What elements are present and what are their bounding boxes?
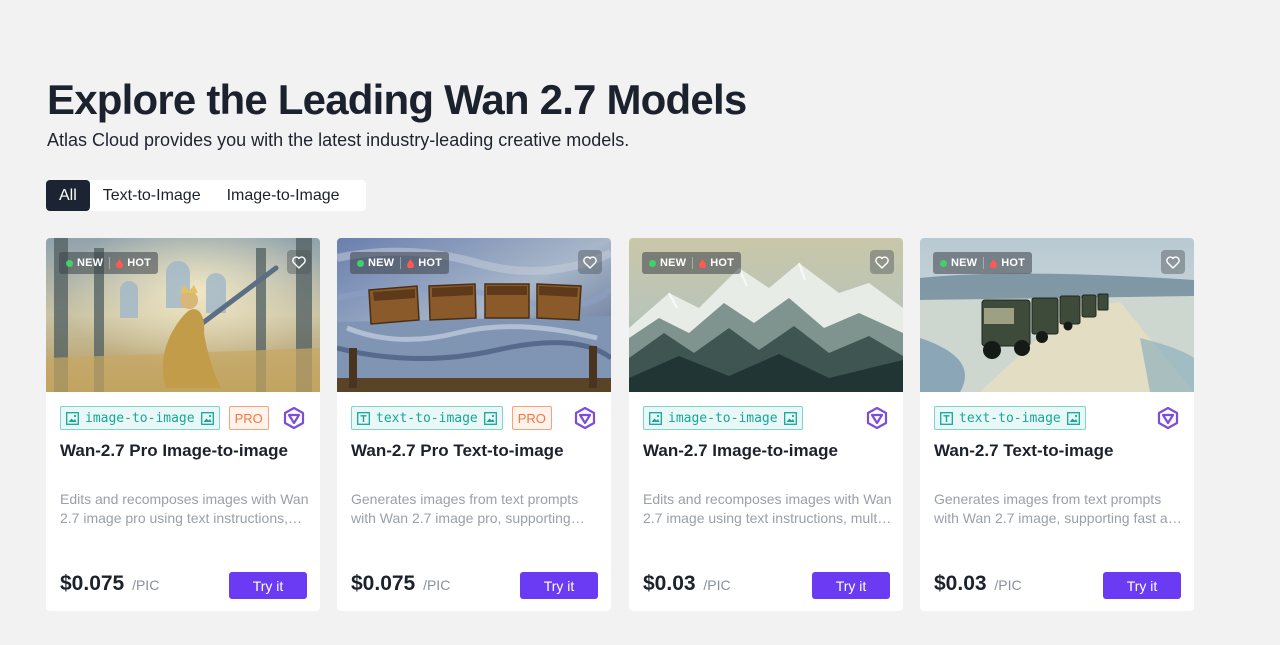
category-tag: image-to-image xyxy=(60,406,220,430)
tab-all[interactable]: All xyxy=(46,180,90,211)
category-tag: image-to-image xyxy=(643,406,803,430)
try-it-button[interactable]: Try it xyxy=(229,572,307,599)
model-price: $0.03 /PIC xyxy=(934,572,1022,595)
image-icon xyxy=(200,411,214,425)
model-title: Wan-2.7 Image-to-image xyxy=(643,441,838,460)
favorite-button[interactable] xyxy=(287,250,311,274)
try-it-button[interactable]: Try it xyxy=(520,572,598,599)
text-icon xyxy=(357,411,370,425)
filter-tabs: All Text-to-Image Image-to-Image xyxy=(46,180,366,211)
heart-icon xyxy=(1166,255,1180,269)
model-card[interactable]: NEW HOT text-to-image Wan-2.7 Text-to-im… xyxy=(920,238,1194,611)
model-thumbnail: NEW HOT xyxy=(920,238,1194,392)
price-unit: /PIC xyxy=(132,577,160,593)
tag-row: text-to-image PRO xyxy=(351,406,552,430)
badge-group: NEW HOT xyxy=(350,252,450,274)
badge-group: NEW HOT xyxy=(59,252,159,274)
try-it-button[interactable]: Try it xyxy=(1103,572,1181,599)
model-price: $0.03 /PIC xyxy=(643,572,731,595)
green-dot-icon xyxy=(940,259,947,267)
tag-row: image-to-image PRO xyxy=(60,406,269,430)
pro-badge: PRO xyxy=(511,406,552,430)
pro-badge: PRO xyxy=(228,406,269,430)
provider-logo-icon xyxy=(866,407,888,429)
model-price: $0.075 /PIC xyxy=(351,572,451,595)
flame-icon xyxy=(699,258,707,268)
provider-logo-icon xyxy=(1157,407,1179,429)
favorite-button[interactable] xyxy=(870,250,894,274)
price-unit: /PIC xyxy=(423,577,451,593)
heart-icon xyxy=(875,255,889,269)
hot-badge: HOT xyxy=(692,257,734,269)
hot-badge: HOT xyxy=(400,257,442,269)
favorite-button[interactable] xyxy=(1161,250,1185,274)
model-price: $0.075 /PIC xyxy=(60,572,160,595)
category-tag: text-to-image xyxy=(934,406,1086,430)
model-thumbnail: NEW HOT xyxy=(337,238,611,392)
image-icon xyxy=(66,411,79,425)
heart-icon xyxy=(583,255,597,269)
image-icon xyxy=(1066,411,1080,425)
tab-text-to-image[interactable]: Text-to-Image xyxy=(90,180,214,211)
model-title: Wan-2.7 Pro Text-to-image xyxy=(351,441,564,460)
try-it-button[interactable]: Try it xyxy=(812,572,890,599)
tag-row: image-to-image xyxy=(643,406,803,430)
model-description: Generates images from text prompts with … xyxy=(351,491,579,526)
new-badge: NEW xyxy=(66,257,103,269)
category-tag: text-to-image xyxy=(351,406,503,430)
new-badge: NEW xyxy=(357,257,394,269)
new-badge: NEW xyxy=(940,257,977,269)
text-icon xyxy=(940,411,953,425)
flame-icon xyxy=(116,258,124,268)
hot-badge: HOT xyxy=(983,257,1025,269)
model-card[interactable]: NEW HOT text-to-image PRO Wan-2.7 Pro Te… xyxy=(337,238,611,611)
model-card[interactable]: NEW HOT image-to-image Wan-2.7 Image-to-… xyxy=(629,238,903,611)
page-title: Explore the Leading Wan 2.7 Models xyxy=(47,76,747,123)
green-dot-icon xyxy=(357,259,364,267)
image-icon xyxy=(783,411,797,425)
flame-icon xyxy=(990,258,998,268)
price-unit: /PIC xyxy=(703,577,731,593)
green-dot-icon xyxy=(66,259,73,267)
tab-image-to-image[interactable]: Image-to-Image xyxy=(214,180,353,211)
page-subtitle: Atlas Cloud provides you with the latest… xyxy=(47,130,630,150)
badge-group: NEW HOT xyxy=(642,252,742,274)
tag-row: text-to-image xyxy=(934,406,1086,430)
model-thumbnail: NEW HOT xyxy=(629,238,903,392)
model-card[interactable]: NEW HOT image-to-image PRO Wan-2.7 Pro I… xyxy=(46,238,320,611)
hot-badge: HOT xyxy=(109,257,151,269)
new-badge: NEW xyxy=(649,257,686,269)
image-icon xyxy=(483,411,497,425)
model-thumbnail: NEW HOT xyxy=(46,238,320,392)
model-title: Wan-2.7 Pro Image-to-image xyxy=(60,441,288,460)
heart-icon xyxy=(292,255,306,269)
badge-group: NEW HOT xyxy=(933,252,1033,274)
model-title: Wan-2.7 Text-to-image xyxy=(934,441,1114,460)
image-icon xyxy=(649,411,662,425)
model-description: Edits and recomposes images with Wan 2.7… xyxy=(643,491,892,526)
price-unit: /PIC xyxy=(994,577,1022,593)
favorite-button[interactable] xyxy=(578,250,602,274)
provider-logo-icon xyxy=(574,407,596,429)
model-description: Edits and recomposes images with Wan 2.7… xyxy=(60,491,309,526)
model-description: Generates images from text prompts with … xyxy=(934,491,1184,526)
green-dot-icon xyxy=(649,259,656,267)
flame-icon xyxy=(407,258,415,268)
provider-logo-icon xyxy=(283,407,305,429)
